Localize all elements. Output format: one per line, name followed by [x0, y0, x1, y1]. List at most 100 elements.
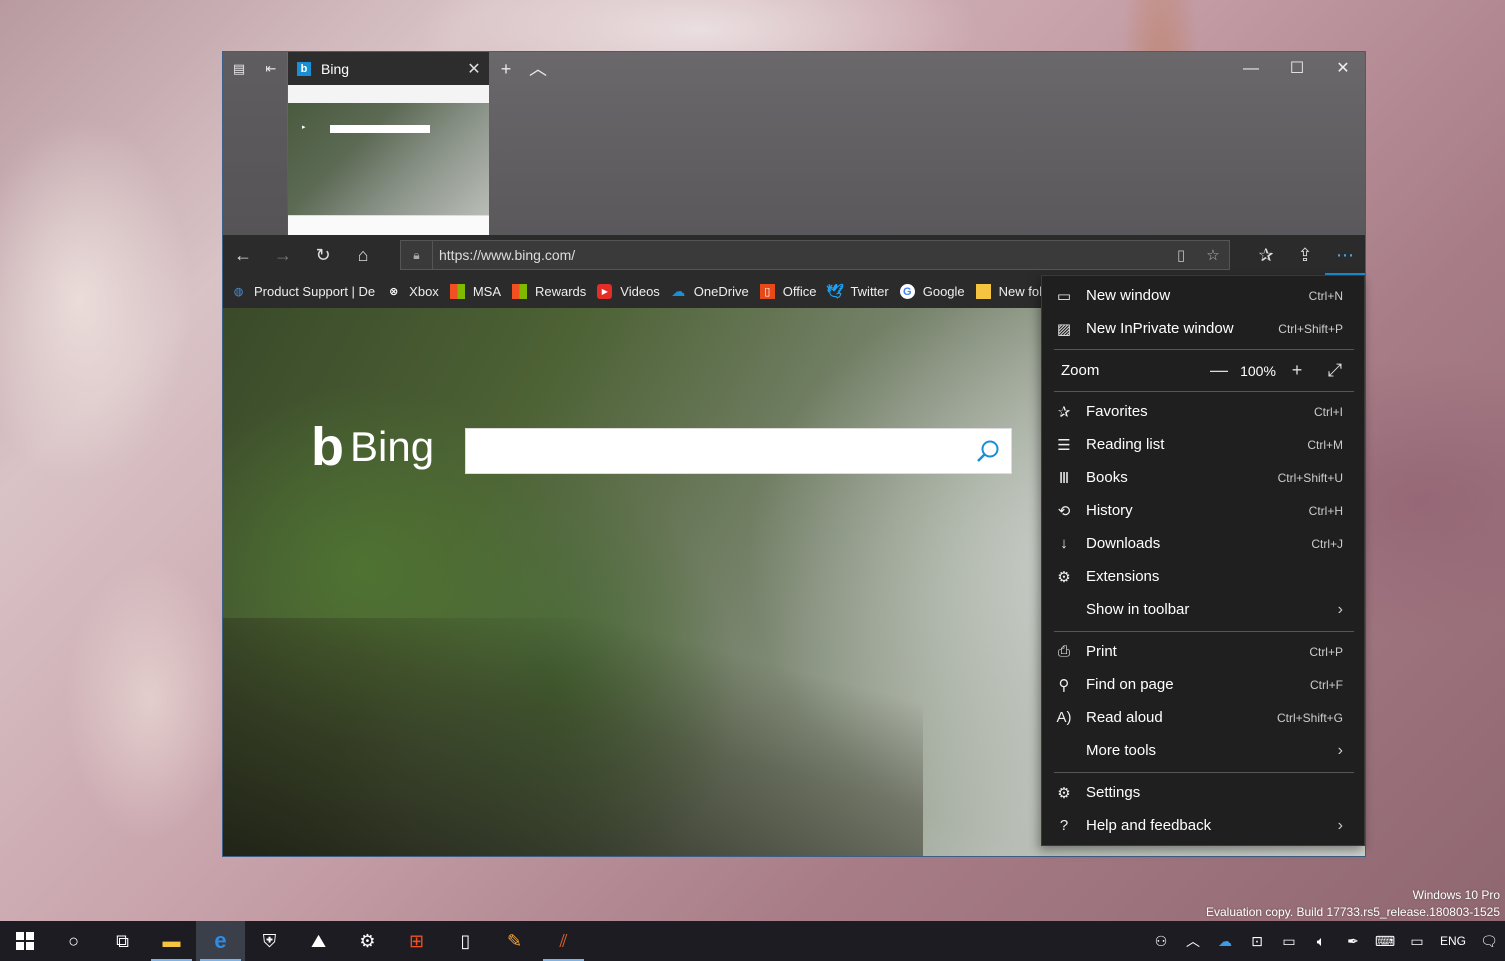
edge-taskbar-icon[interactable]: e [196, 921, 245, 961]
add-favorite-star-icon[interactable]: ☆ [1197, 246, 1229, 264]
forward-button[interactable]: → [263, 235, 303, 275]
menu-books[interactable]: Ⅲ Books Ctrl+Shift+U [1042, 461, 1364, 494]
tabs-aside-icon[interactable]: ▤ [228, 60, 250, 78]
menu-settings[interactable]: ⚙ Settings [1042, 776, 1364, 809]
content-shade [223, 618, 923, 856]
address-bar[interactable]: 🔒︎ https://www.bing.com/ ▯ ☆ [400, 240, 1230, 270]
phone-icon[interactable]: ▯ [441, 921, 490, 961]
favorite-xbox[interactable]: ⊗ Xbox [386, 284, 439, 299]
settings-icon[interactable]: ⚙ [343, 921, 392, 961]
xbox-icon: ⊗ [389, 286, 399, 298]
home-button[interactable]: ⌂ [343, 235, 383, 275]
file-explorer-icon[interactable]: ▬ [147, 921, 196, 961]
tab-bing[interactable]: b Bing ✕ [288, 52, 489, 85]
favorite-google[interactable]: G Google [899, 284, 965, 299]
tab-preview[interactable]: ▸ [288, 85, 489, 235]
photos-icon[interactable]: ⛰ [294, 921, 343, 961]
favorite-rewards[interactable]: Rewards [511, 284, 586, 299]
lock-icon[interactable]: 🔒︎ [401, 241, 433, 269]
start-button[interactable] [0, 921, 49, 961]
menu-label: Favorites [1086, 403, 1148, 420]
network-icon[interactable]: ⊡ [1241, 933, 1273, 950]
defender-icon[interactable]: ⛨ [245, 921, 294, 961]
menu-separator [1054, 772, 1354, 773]
menu-shortcut: Ctrl+Shift+G [1276, 710, 1343, 725]
menu-favorites[interactable]: ✰ Favorites Ctrl+I [1042, 395, 1364, 428]
address-url[interactable]: https://www.bing.com/ [433, 247, 1165, 263]
people-icon[interactable]: ⚇ [1145, 933, 1177, 950]
preview-search-box [330, 125, 430, 133]
microsoft-icon [511, 284, 527, 299]
favorite-twitter[interactable]: 🕊︎ Twitter [826, 283, 889, 299]
tab-actions-strip [223, 52, 287, 235]
keyboard-icon[interactable]: ⌨ [1369, 933, 1401, 950]
hide-previews-icon[interactable]: ︿ [527, 58, 549, 80]
close-window-button[interactable]: ✕ [1320, 52, 1365, 85]
favorite-msa[interactable]: MSA [449, 284, 501, 299]
menu-label: Help and feedback [1086, 817, 1212, 834]
menu-show-in-toolbar[interactable]: Show in toolbar › [1042, 593, 1364, 626]
reading-view-icon[interactable]: ▯ [1165, 246, 1197, 264]
share-icon[interactable]: ⇪ [1285, 235, 1325, 275]
maximize-button[interactable]: ☐ [1274, 52, 1320, 85]
favorite-videos[interactable]: ▶ Videos [597, 284, 660, 299]
preview-logo: ▸ [302, 124, 306, 131]
onedrive-icon[interactable]: ☁ [1209, 933, 1241, 950]
close-tab-icon[interactable]: ✕ [459, 59, 489, 79]
battery-icon[interactable]: ▭ [1273, 933, 1305, 950]
paint-icon[interactable]: ✎ [490, 921, 539, 961]
tab-preview-thumbnail: ▸ [288, 103, 489, 215]
menu-downloads[interactable]: ↓ Downloads Ctrl+J [1042, 527, 1364, 560]
favorite-product-support[interactable]: ◍ Product Support | De [231, 284, 375, 299]
menu-separator [1054, 349, 1354, 350]
show-hidden-icons[interactable]: ︿ [1177, 931, 1209, 951]
app-icon[interactable]: ⫽ [539, 921, 588, 961]
back-button[interactable]: ← [223, 235, 263, 275]
chevron-right-icon: › [1337, 741, 1343, 759]
menu-read-aloud[interactable]: A) Read aloud Ctrl+Shift+G [1042, 701, 1364, 734]
google-icon: G [899, 284, 915, 299]
menu-more-tools[interactable]: More tools › [1042, 734, 1364, 767]
menu-separator [1054, 631, 1354, 632]
search-icon: ⚲ [1058, 676, 1070, 694]
menu-history[interactable]: ⟲ History Ctrl+H [1042, 494, 1364, 527]
menu-new-inprivate-window[interactable]: ▨ New InPrivate window Ctrl+Shift+P [1042, 312, 1364, 345]
favorite-office[interactable]: ▯ Office [759, 284, 816, 299]
refresh-button[interactable]: ↻ [303, 235, 343, 275]
menu-label: Extensions [1086, 568, 1160, 585]
taskbar: ○ ⧉ ▬ e ⛨ ⛰ ⚙ ⊞ ▯ ✎ ⫽ ⚇ ︿ ☁ ⊡ ▭ 🔈︎ ✒ ⌨ ▭… [0, 921, 1505, 961]
pen-workspace-icon[interactable]: ✒ [1337, 933, 1369, 950]
menu-extensions[interactable]: ⚙ Extensions [1042, 560, 1364, 593]
favorite-label: Xbox [409, 284, 439, 299]
watermark-build: Evaluation copy. Build 17733.rs5_release… [1206, 905, 1500, 919]
action-center-icon[interactable]: 🗨︎ [1473, 933, 1505, 950]
office-icon: ▯ [759, 284, 775, 299]
menu-reading-list[interactable]: ☰ Reading list Ctrl+M [1042, 428, 1364, 461]
fullscreen-icon[interactable]: ⤢ [1316, 360, 1354, 381]
favorite-onedrive[interactable]: ☁ OneDrive [671, 283, 748, 299]
menu-shortcut: Ctrl+H [1308, 503, 1343, 518]
task-view-icon[interactable]: ⧉ [98, 921, 147, 961]
set-aside-tabs-icon[interactable]: ⇤ [260, 60, 282, 78]
zoom-out-button[interactable]: — [1200, 360, 1238, 381]
settings-more-button[interactable]: ⋯ [1325, 235, 1365, 275]
menu-find-on-page[interactable]: ⚲ Find on page Ctrl+F [1042, 668, 1364, 701]
volume-icon[interactable]: 🔈︎ [1305, 933, 1337, 950]
menu-label: New window [1086, 287, 1171, 304]
bing-search-input[interactable] [465, 428, 1012, 474]
store-icon[interactable]: ⊞ [392, 921, 441, 961]
favorite-label: New fol [998, 284, 1043, 299]
minimize-button[interactable]: — [1228, 52, 1274, 85]
favorite-new-folder[interactable]: New fol [975, 284, 1043, 299]
cortana-icon[interactable]: ○ [49, 921, 98, 961]
menu-print[interactable]: ⎙ Print Ctrl+P [1042, 635, 1364, 668]
bing-logo[interactable]: b Bing [311, 420, 434, 474]
new-tab-button[interactable]: + [495, 58, 517, 80]
search-icon[interactable] [975, 438, 1001, 464]
menu-help-and-feedback[interactable]: ? Help and feedback › [1042, 809, 1364, 842]
zoom-in-button[interactable]: + [1278, 360, 1316, 381]
menu-new-window[interactable]: ▭ New window Ctrl+N [1042, 279, 1364, 312]
language-indicator[interactable]: ENG [1433, 934, 1473, 948]
tablet-mode-icon[interactable]: ▭ [1401, 933, 1433, 950]
favorites-hub-icon[interactable]: ✰ [1246, 235, 1286, 275]
